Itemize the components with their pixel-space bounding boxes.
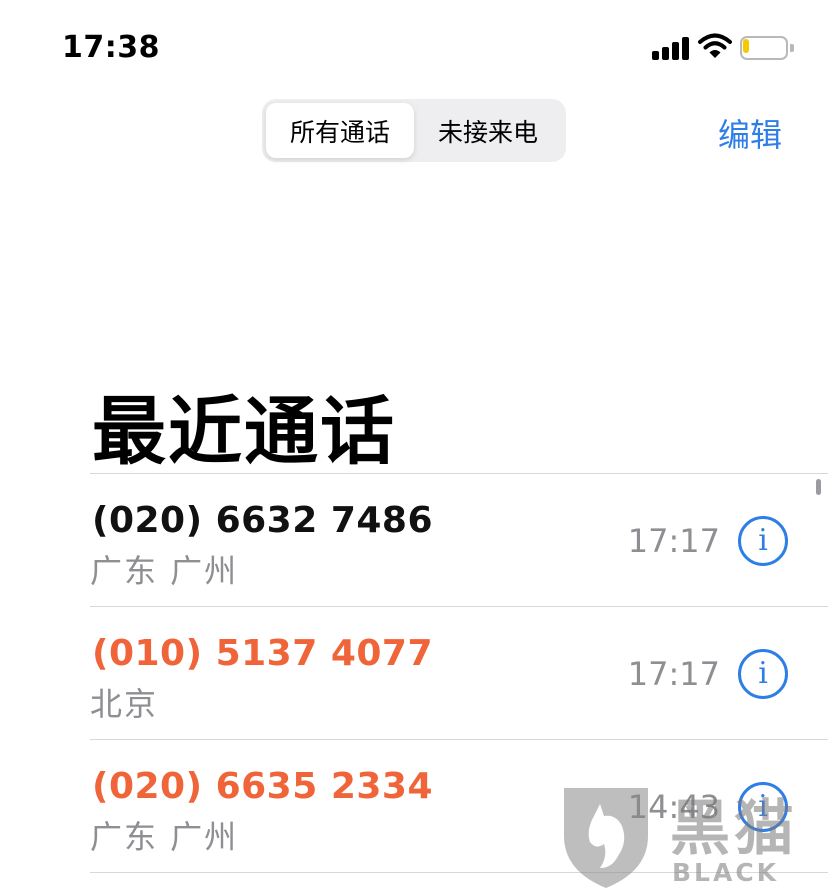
call-number: (020) 6635 2334 xyxy=(92,766,434,807)
call-location: 广东 广州 xyxy=(90,552,239,590)
call-number: (020) 6632 7486 xyxy=(92,500,434,541)
black-cat-logo-icon xyxy=(564,788,648,888)
watermark-en-text: BLACK CAT xyxy=(672,858,780,891)
tab-missed-calls[interactable]: 未接来电 xyxy=(414,103,562,158)
wifi-icon xyxy=(698,33,732,58)
call-row[interactable]: (020) 6632 7486 广东 广州 17:17 i xyxy=(90,474,828,606)
call-filter-segmented-control: 所有通话 未接来电 xyxy=(262,99,566,162)
call-row[interactable]: (010) 5137 4077 北京 17:17 i xyxy=(90,607,828,739)
cellular-signal-icon xyxy=(652,36,692,60)
scroll-indicator[interactable] xyxy=(816,479,821,495)
info-glyph: i xyxy=(758,523,768,558)
info-icon[interactable]: i xyxy=(738,516,788,566)
call-location: 北京 xyxy=(90,685,159,723)
battery-icon xyxy=(740,36,794,60)
call-time: 17:17 xyxy=(627,522,720,560)
info-icon[interactable]: i xyxy=(738,649,788,699)
status-time: 17:38 xyxy=(62,30,160,65)
page-title: 最近通话 xyxy=(92,389,396,475)
watermark: 黑猫 BLACK CAT xyxy=(556,776,828,891)
edit-button[interactable]: 编辑 xyxy=(718,110,782,156)
call-number: (010) 5137 4077 xyxy=(92,633,434,674)
battery-level xyxy=(743,39,749,53)
tab-all-calls[interactable]: 所有通话 xyxy=(266,103,414,158)
info-glyph: i xyxy=(758,656,768,691)
call-time: 17:17 xyxy=(627,655,720,693)
phone-screen: 17:38 所有通话 未接来电 编辑 最近通话 (020) 6632 7486 … xyxy=(0,0,828,891)
watermark-cn-text: 黑猫 xyxy=(670,794,798,864)
call-location: 广东 广州 xyxy=(90,818,239,856)
